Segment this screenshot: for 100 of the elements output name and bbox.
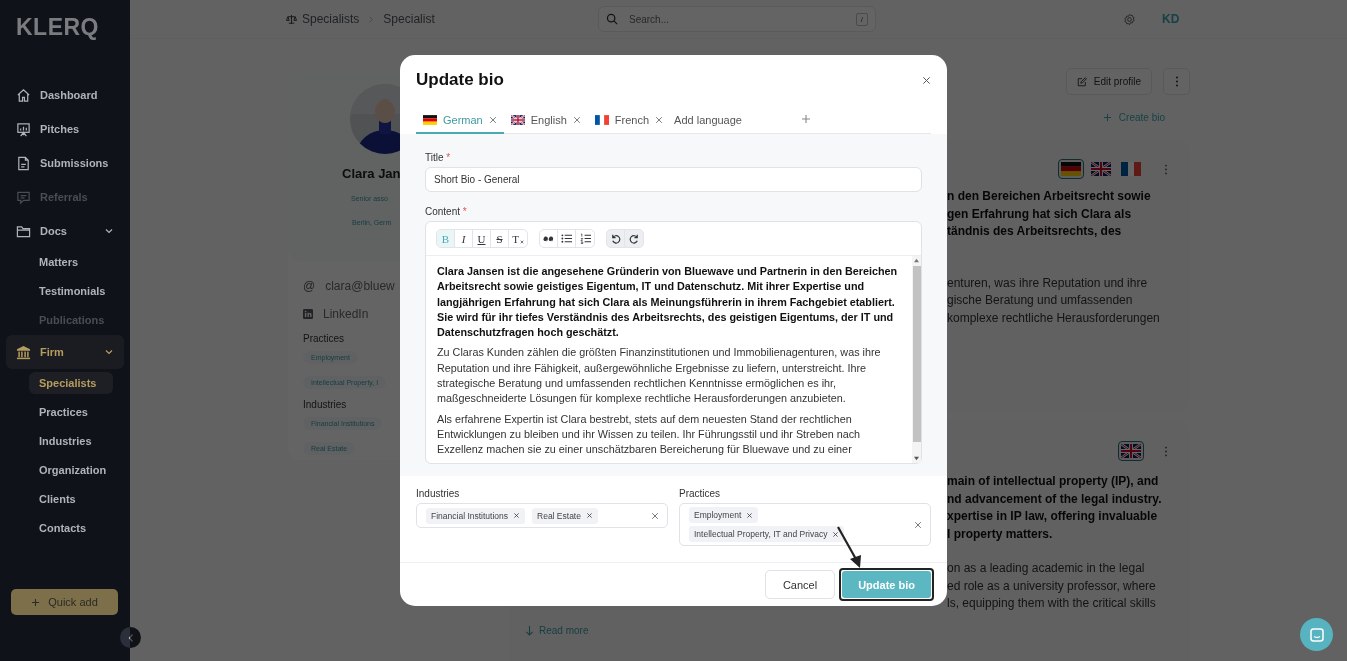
plus-icon[interactable] (801, 114, 811, 124)
chip: Intellectual Property, IT and Privacy (689, 526, 845, 542)
nav-item[interactable]: Submissions (6, 146, 124, 180)
arrow-down-icon (525, 624, 534, 636)
search-icon (606, 13, 618, 25)
clear-icon[interactable] (914, 520, 922, 529)
flag-icon (1121, 162, 1141, 176)
chip: Employment (689, 507, 759, 523)
language-tab[interactable]: English (503, 114, 588, 134)
nav-subitem[interactable]: Matters (29, 251, 113, 273)
chevron-left-icon (126, 632, 135, 643)
close-icon[interactable] (655, 116, 664, 124)
plus-icon (31, 597, 41, 607)
field-label: Content * (425, 206, 468, 217)
redo-icon (628, 233, 640, 244)
nav-subitem[interactable]: Clients (29, 488, 113, 510)
chip: Real Estate (532, 507, 598, 524)
italic-button[interactable]: I (455, 230, 473, 247)
flag-button[interactable] (1118, 159, 1144, 179)
nav-item[interactable]: Docs (6, 214, 124, 248)
dialog-title: Update bio (416, 70, 504, 90)
industries-select[interactable]: Financial Institutions Real Estate (416, 503, 668, 528)
title-field[interactable]: Short Bio - General (425, 167, 922, 192)
nav-subitem[interactable]: Organization (29, 459, 117, 481)
document-icon (16, 155, 31, 171)
undo-icon (610, 233, 621, 244)
chip: Financial Institutions (426, 507, 525, 524)
bio-text: ls, equipping them with the critical skills (947, 595, 1156, 612)
remove-icon[interactable] (746, 511, 754, 519)
add-language-tab[interactable]: Add language (670, 114, 749, 134)
clear-icon[interactable] (651, 511, 659, 520)
bio-text: n den Bereichen Arbeitsrecht sowie (947, 188, 1151, 205)
bullet-list-icon (561, 233, 572, 244)
underline-button[interactable]: U (473, 230, 491, 247)
profile-name: Clara Jan (342, 166, 401, 181)
edit-icon (1076, 76, 1087, 87)
bio-text: komplexe rechtliche Herausforderungen (947, 309, 1160, 327)
quote-button[interactable] (540, 230, 558, 247)
practices-select[interactable]: Employment Intellectual Property, IT and Privacy (679, 503, 931, 546)
plus-icon (1102, 113, 1112, 122)
at-icon: @ (303, 279, 316, 293)
paragraph: Als erfahrene Expertin ist Clara bestrebt, stets auf dem neuesten Stand der rechtlichen Entwicklungen zu bleiben und ihr Wissen zu teilen. Ihr Führungsstil und ihr Streben nach Exzellenz machen sie zu einer unschätzbaren Bereicherung für Bluewave und zu einer (437, 411, 862, 458)
flag-button[interactable] (1088, 159, 1114, 179)
folder-icon (16, 223, 31, 239)
language-tab[interactable]: French (587, 114, 671, 134)
bio-text: xpertise in IP law, offering invaluable (947, 508, 1158, 525)
nav-subitem[interactable]: Contacts (29, 517, 113, 539)
more-icon (1174, 76, 1179, 87)
flag-icon (510, 115, 525, 125)
bio-text: ed role as a university professor, where (947, 577, 1156, 595)
nav-subitem[interactable]: Specialists (29, 372, 113, 394)
search-input[interactable]: Search... (627, 12, 856, 26)
close-icon[interactable] (572, 116, 581, 124)
scroll-up-icon[interactable] (913, 258, 920, 263)
cancel-button[interactable]: Cancel (764, 570, 836, 599)
numbered-list-icon (579, 233, 591, 244)
chat-button[interactable] (1300, 618, 1333, 651)
home-icon (16, 87, 31, 103)
bio-text: tändnis des Arbeitsrechts, des (947, 223, 1122, 240)
bio-text: nd advancement of the legal industry. (947, 490, 1162, 508)
close-icon[interactable] (488, 116, 497, 124)
breadcrumb-current: Specialist (383, 12, 435, 26)
remove-icon[interactable] (513, 512, 520, 519)
chart-board-icon (16, 121, 31, 137)
bullets-button[interactable] (558, 230, 576, 247)
flag-button[interactable] (1058, 159, 1084, 179)
bio-text: main of intellectual property (IP), and (947, 473, 1159, 490)
field-label: Title * (425, 152, 452, 163)
nav-subitem[interactable]: Industries (29, 430, 113, 452)
nav-item[interactable]: Pitches (6, 112, 124, 146)
clear-button[interactable]: T (509, 230, 527, 247)
field-label: Industries (416, 488, 461, 499)
remove-icon[interactable] (585, 512, 593, 519)
bio-text: gische Beratung und umfassenden (947, 292, 1133, 309)
flag-button[interactable] (1118, 441, 1144, 461)
scales-icon (286, 13, 297, 25)
bank-icon (16, 344, 31, 360)
nav-subitem[interactable]: Practices (29, 401, 113, 423)
flag-icon (1091, 162, 1111, 176)
nav-subitem[interactable]: Testimonials (29, 280, 116, 302)
section-label: Practices (303, 333, 345, 344)
nav-item[interactable]: Firm (6, 335, 124, 369)
bio-text: gen Erfahrung hat sich Clara als (947, 205, 1132, 223)
strike-button[interactable]: S (491, 230, 509, 247)
chat-icon (1308, 626, 1325, 643)
remove-icon[interactable] (832, 530, 840, 538)
chat-icon (16, 189, 31, 205)
scrollbar[interactable] (912, 256, 921, 463)
nav-item[interactable]: Dashboard (6, 78, 124, 112)
close-icon[interactable] (922, 75, 931, 85)
settings-icon[interactable] (1123, 12, 1136, 26)
flag-icon (594, 115, 609, 125)
paragraph: Clara Jansen ist die angesehene Gründerin von Bluewave und Partnerin in den Bereichen Arbeitsrecht sowie geistiges Eigentum, IT und Datenschutz. Mit ihrer Expertise und langjährigen Erfahrung hat sich Clara als Meinungsführerin in ihrem Fachgebiet etabliert. Sie wird für ihr tiefes Verständnis des Arbeitsrechts, des geistigen Eigentums, der IT und Datenschutzfragen hoch geschätzt. (437, 264, 899, 341)
logo: KLERQ (16, 14, 99, 41)
flag-icon (1061, 162, 1081, 176)
flag-icon (1121, 444, 1141, 458)
bio-text: l property matters. (947, 525, 1053, 543)
section-label: Industries (303, 399, 347, 410)
scroll-down-icon[interactable] (913, 456, 920, 461)
flag-icon (423, 115, 437, 125)
